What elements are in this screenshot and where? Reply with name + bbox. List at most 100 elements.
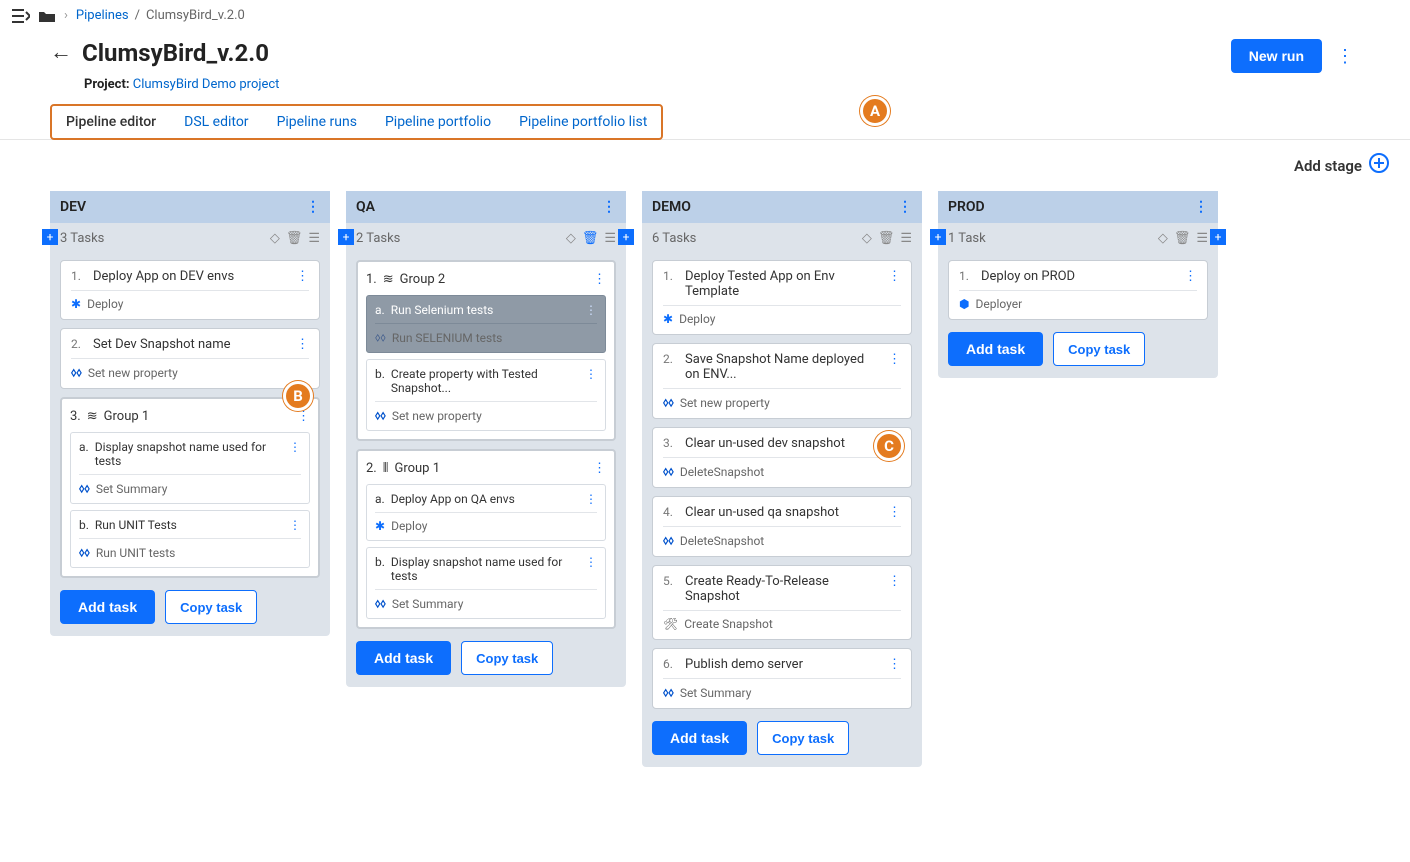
task-card[interactable]: 4.Clear un-used qa snapshot⋮ ⬨⬨DeleteSna… <box>652 496 912 557</box>
stage-more-icon[interactable]: ⋮ <box>1194 199 1208 215</box>
gear-icon: ✱ <box>375 519 385 533</box>
copy-task-button[interactable]: Copy task <box>1053 332 1145 366</box>
subtask-more-icon[interactable]: ⋮ <box>585 492 597 506</box>
stage-name: DEMO <box>652 199 691 215</box>
stage-body: 1.≋Group 2⋮ a.Run Selenium tests⋮ ⬨⬨Run … <box>346 254 626 687</box>
sequence-icon: ≋ <box>383 272 394 287</box>
header-more-icon[interactable]: ⋮ <box>1330 42 1360 71</box>
diamond-icon[interactable]: ◇ <box>270 231 280 246</box>
tab-pipeline-portfolio-list[interactable]: Pipeline portfolio list <box>505 106 661 138</box>
task-card[interactable]: 3.Clear un-used dev snapshot⋮ ⬨⬨DeleteSn… <box>652 427 912 488</box>
add-task-button[interactable]: Add task <box>60 590 155 624</box>
trash-icon[interactable]: 🗑 <box>1174 231 1191 246</box>
task-more-icon[interactable]: ⋮ <box>888 269 901 284</box>
task-meta: Set Summary <box>680 686 752 700</box>
folder-icon[interactable] <box>38 9 56 23</box>
trash-icon[interactable]: 🗑 <box>878 231 895 246</box>
tab-dsl-editor[interactable]: DSL editor <box>170 106 262 138</box>
diamond-icon[interactable]: ◇ <box>1158 231 1168 246</box>
subtask-more-icon[interactable]: ⋮ <box>585 303 597 317</box>
task-card[interactable]: 5.Create Ready-To-Release Snapshot⋮ 🛠Cre… <box>652 565 912 640</box>
add-stage-icon[interactable] <box>1368 152 1390 179</box>
project-link[interactable]: ClumsyBird Demo project <box>133 77 280 92</box>
gear-icon: ✱ <box>663 312 673 326</box>
subtask-card-selected[interactable]: a.Run Selenium tests⋮ ⬨⬨Run SELENIUM tes… <box>366 295 606 353</box>
stage-add-left-icon[interactable]: + <box>930 229 946 245</box>
subtask-card[interactable]: b.Create property with Tested Snapshot..… <box>366 359 606 431</box>
subtask-title: Display snapshot name used for tests <box>391 555 579 583</box>
task-more-icon[interactable]: ⋮ <box>296 337 309 352</box>
add-task-button[interactable]: Add task <box>948 332 1043 366</box>
stage-add-right-icon[interactable]: + <box>1210 229 1226 245</box>
subtask-card[interactable]: a.Display snapshot name used for tests⋮ … <box>70 432 310 504</box>
task-number: 2. <box>366 461 377 476</box>
task-more-icon[interactable]: ⋮ <box>1184 269 1197 284</box>
task-card[interactable]: 6.Publish demo server⋮ ⬨⬨Set Summary <box>652 648 912 709</box>
group-more-icon[interactable]: ⋮ <box>593 461 606 476</box>
list-icon[interactable]: ☰ <box>308 231 320 246</box>
trash-icon[interactable]: 🗑 <box>582 231 599 246</box>
subtask-card[interactable]: b.Display snapshot name used for tests⋮ … <box>366 547 606 619</box>
subtask-meta: Set new property <box>392 409 482 423</box>
task-meta: DeleteSnapshot <box>680 465 764 479</box>
task-more-icon[interactable]: ⋮ <box>888 657 901 672</box>
tab-pipeline-portfolio[interactable]: Pipeline portfolio <box>371 106 505 138</box>
copy-task-button[interactable]: Copy task <box>165 590 257 624</box>
procedure-icon: ⬨⬨ <box>663 533 674 548</box>
subtask-more-icon[interactable]: ⋮ <box>289 440 301 454</box>
breadcrumb-current: ClumsyBird_v.2.0 <box>146 8 245 23</box>
task-card[interactable]: 1.Deploy App on DEV envs⋮ ✱Deploy <box>60 260 320 320</box>
subtask-more-icon[interactable]: ⋮ <box>585 555 597 569</box>
stage-add-right-icon[interactable]: + <box>618 229 634 245</box>
subtask-meta: Set Summary <box>96 482 168 496</box>
new-run-button[interactable]: New run <box>1231 39 1322 73</box>
task-group: 1.≋Group 2⋮ a.Run Selenium tests⋮ ⬨⬨Run … <box>356 260 616 441</box>
group-more-icon[interactable]: ⋮ <box>593 272 606 287</box>
group-more-icon[interactable]: ⋮ <box>297 409 310 424</box>
tab-pipeline-runs[interactable]: Pipeline runs <box>263 106 371 138</box>
stage-more-icon[interactable]: ⋮ <box>898 199 912 215</box>
add-task-button[interactable]: Add task <box>652 721 747 755</box>
task-more-icon[interactable]: ⋮ <box>888 505 901 520</box>
procedure-icon: ⬨⬨ <box>79 545 90 560</box>
diamond-icon[interactable]: ◇ <box>566 231 576 246</box>
task-number: 5. <box>663 574 679 588</box>
gear-icon: ✱ <box>71 297 81 311</box>
subtask-letter: b. <box>79 518 89 532</box>
tab-pipeline-editor[interactable]: Pipeline editor <box>52 106 170 138</box>
subtask-card[interactable]: b.Run UNIT Tests⋮ ⬨⬨Run UNIT tests <box>70 510 310 568</box>
task-more-icon[interactable]: ⋮ <box>888 574 901 589</box>
subtask-card[interactable]: a.Deploy App on QA envs⋮ ✱Deploy <box>366 484 606 541</box>
task-card[interactable]: 2.Set Dev Snapshot name⋮ ⬨⬨Set new prope… <box>60 328 320 389</box>
stage-demo: DEMO ⋮ 6 Tasks ◇ 🗑 ☰ 1.Deploy Tested App… <box>642 191 922 767</box>
stage-more-icon[interactable]: ⋮ <box>602 199 616 215</box>
list-icon[interactable]: ☰ <box>900 231 912 246</box>
stage-add-left-icon[interactable]: + <box>42 229 58 245</box>
subtask-title: Create property with Tested Snapshot... <box>391 367 579 395</box>
copy-task-button[interactable]: Copy task <box>461 641 553 675</box>
stage-more-icon[interactable]: ⋮ <box>306 199 320 215</box>
sequence-icon: ≋ <box>87 409 98 424</box>
add-task-button[interactable]: Add task <box>356 641 451 675</box>
breadcrumb-pipelines-link[interactable]: Pipelines <box>76 8 129 23</box>
task-card[interactable]: 1.Deploy Tested App on Env Template⋮ ✱De… <box>652 260 912 335</box>
menu-toggle-icon[interactable] <box>12 9 30 23</box>
task-title: Deploy on PROD <box>981 269 1075 284</box>
subtask-more-icon[interactable]: ⋮ <box>289 518 301 532</box>
task-more-icon[interactable]: ⋮ <box>888 352 901 367</box>
subtask-meta: Run UNIT tests <box>96 546 176 560</box>
diamond-icon[interactable]: ◇ <box>862 231 872 246</box>
task-number: 1. <box>71 269 87 283</box>
task-card[interactable]: 1.Deploy on PROD⋮ ⬢Deployer <box>948 260 1208 320</box>
topbar: › Pipelines / ClumsyBird_v.2.0 <box>0 0 1410 31</box>
subtask-more-icon[interactable]: ⋮ <box>585 367 597 381</box>
stage-add-left-icon[interactable]: + <box>338 229 354 245</box>
task-more-icon[interactable]: ⋮ <box>296 269 309 284</box>
back-arrow-icon[interactable]: ← <box>50 39 72 65</box>
task-card[interactable]: 2.Save Snapshot Name deployed on ENV...⋮… <box>652 343 912 419</box>
list-icon[interactable]: ☰ <box>604 231 616 246</box>
copy-task-button[interactable]: Copy task <box>757 721 849 755</box>
stage-qa: + + QA ⋮ 2 Tasks ◇ 🗑 ☰ 1.≋Group 2⋮ a.Run… <box>346 191 626 687</box>
list-icon[interactable]: ☰ <box>1196 231 1208 246</box>
trash-icon[interactable]: 🗑 <box>286 231 303 246</box>
